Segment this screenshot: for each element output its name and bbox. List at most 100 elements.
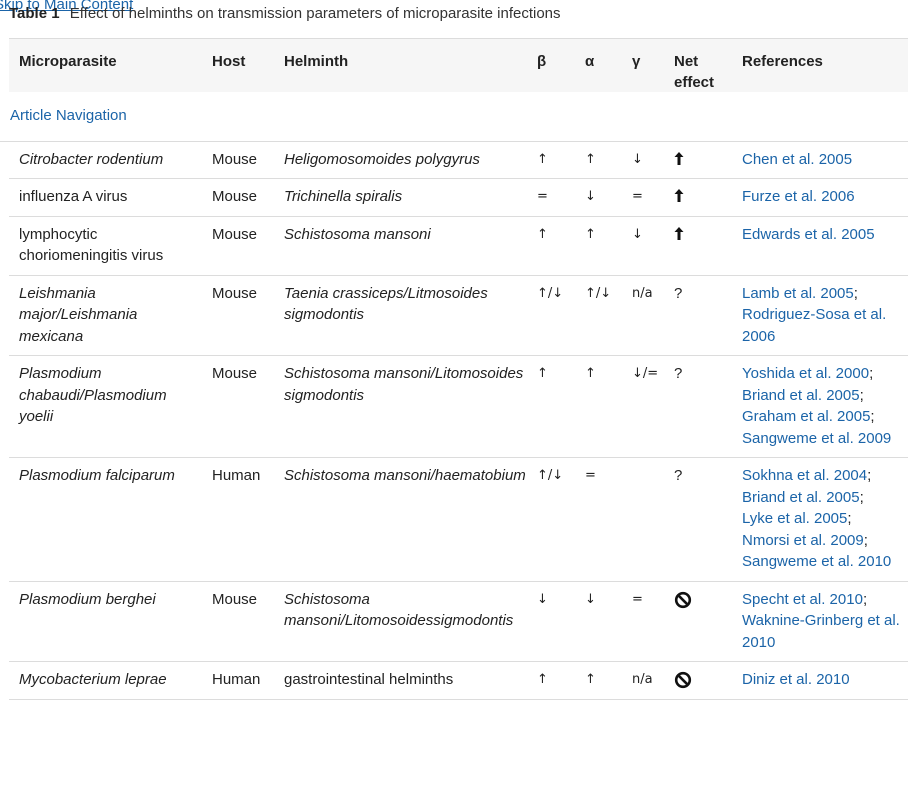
cell-beta: =	[527, 178, 575, 217]
reference-link[interactable]: Sangweme et al. 2009	[742, 430, 891, 447]
net-effect-text: ?	[674, 467, 683, 484]
cell-references: Diniz et al. 2010	[732, 661, 908, 700]
cell-beta: ↑	[527, 141, 575, 179]
reference-link[interactable]: Graham et al. 2005	[742, 408, 870, 425]
up-arrow-icon	[674, 188, 684, 205]
no-symbol-icon	[674, 591, 692, 608]
reference-link[interactable]: Sokhna et al. 2004	[742, 467, 867, 484]
article-navigation-link[interactable]: Article Navigation	[10, 107, 127, 124]
net-effect-text: ?	[674, 284, 683, 302]
reference-link[interactable]: Rodriguez-Sosa et al. 2006	[742, 306, 886, 345]
cell-microparasite: Mycobacterium leprae	[9, 661, 202, 700]
cell-gamma: n/a	[622, 661, 664, 700]
cell-net-effect: ?	[664, 457, 732, 582]
cell-alpha: ↑	[575, 216, 622, 276]
cell-beta: ↑/↓	[527, 457, 575, 582]
cell-net-effect	[664, 661, 732, 700]
cell-net-effect	[664, 581, 732, 662]
cell-gamma: =	[622, 581, 664, 662]
cell-microparasite: Plasmodium chabaudi/Plasmodium yoelii	[9, 355, 202, 458]
reference-separator: ;	[859, 386, 864, 404]
cell-beta: ↑	[527, 355, 575, 458]
cell-net-effect: ?	[664, 275, 732, 356]
reference-separator: ;	[859, 488, 864, 506]
cell-references: Specht et al. 2010; Waknine-Grinberg et a…	[732, 581, 908, 662]
cell-microparasite: lymphocytic choriomeningitis virus	[9, 216, 202, 276]
reference-separator: ;	[863, 531, 868, 549]
cell-helminth: Schistosoma mansoni/Litomosoidessigmodon…	[274, 581, 527, 662]
cell-alpha: ↑/↓	[575, 275, 622, 356]
reference-link[interactable]: Briand et al. 2005	[742, 387, 860, 404]
reference-link[interactable]: Briand et al. 2005	[742, 489, 860, 506]
cell-alpha: ↑	[575, 141, 622, 179]
reference-link[interactable]: Chen et al. 2005	[742, 151, 852, 168]
cell-microparasite: Plasmodium berghei	[9, 581, 202, 662]
cell-microparasite: Plasmodium falciparum	[9, 457, 202, 582]
reference-link[interactable]: Yoshida et al. 2000	[742, 365, 869, 382]
cell-gamma: =	[622, 178, 664, 217]
cell-helminth: Schistosoma mansoni/Litomosoides sigmodo…	[274, 355, 527, 458]
cell-alpha: ↑	[575, 661, 622, 700]
cell-beta: ↑	[527, 216, 575, 276]
table-row: Plasmodium chabaudi/Plasmodium yoelii Mou…	[9, 355, 908, 458]
up-arrow-icon	[674, 151, 684, 168]
reference-link[interactable]: Furze et al. 2006	[742, 188, 855, 205]
cell-alpha: =	[575, 457, 622, 582]
cell-microparasite: Leishmania major/Leishmania mexicana	[9, 275, 202, 356]
cell-net-effect	[664, 141, 732, 179]
table-caption: Table 1 Effect of helminths on transmiss…	[9, 5, 561, 22]
reference-separator: ;	[870, 408, 875, 425]
reference-separator: ;	[847, 510, 852, 527]
net-effect-text: ?	[674, 365, 683, 382]
reference-link[interactable]: Sangweme et al. 2010	[742, 553, 891, 570]
cell-net-effect	[664, 178, 732, 217]
article-navigation-bar: Article Navigation	[0, 92, 908, 142]
cell-gamma: ↓	[622, 216, 664, 276]
table-row: Leishmania major/Leishmania mexicana Mous…	[9, 275, 908, 356]
table-row: Mycobacterium leprae Human gastrointestina…	[9, 661, 908, 700]
cell-microparasite: Citrobacter rodentium	[9, 141, 202, 179]
cell-net-effect	[664, 216, 732, 276]
cell-beta: ↑/↓	[527, 275, 575, 356]
cell-references: Edwards et al. 2005	[732, 216, 908, 276]
no-symbol-icon	[674, 671, 692, 689]
reference-link[interactable]: Edwards et al. 2005	[742, 226, 875, 243]
cell-alpha: ↓	[575, 178, 622, 217]
reference-separator: ;	[862, 590, 868, 608]
cell-references: Chen et al. 2005	[732, 141, 908, 179]
cell-gamma: ↓/=	[622, 355, 664, 458]
table-row: Plasmodium berghei Mouse Schistosoma manso…	[9, 581, 908, 662]
reference-link[interactable]: Lamb et al. 2005	[742, 285, 854, 302]
reference-link[interactable]: Waknine-Grinberg et al. 2010	[742, 612, 900, 651]
cell-beta: ↓	[527, 581, 575, 662]
cell-helminth: Trichinella spiralis	[274, 178, 527, 217]
cell-helminth: gastrointestinal helminths	[274, 661, 527, 700]
cell-gamma	[622, 457, 664, 582]
table-row: Plasmodium falciparum Human Schistosoma ma…	[9, 457, 908, 582]
cell-host: Human	[202, 457, 274, 582]
table-row: Citrobacter rodentium Mouse Heligomosomoid…	[9, 141, 908, 179]
cell-helminth: Schistosoma mansoni	[274, 216, 527, 276]
reference-separator: ;	[853, 284, 858, 302]
reference-separator: ;	[867, 467, 872, 484]
reference-link[interactable]: Lyke et al. 2005	[742, 510, 847, 527]
cell-references: Yoshida et al. 2000; Briand et al. 2005; G…	[732, 355, 908, 458]
cell-net-effect: ?	[664, 355, 732, 458]
reference-link[interactable]: Specht et al. 2010	[742, 591, 863, 608]
cell-host: Mouse	[202, 178, 274, 217]
reference-link[interactable]: Diniz et al. 2010	[742, 671, 850, 688]
cell-host: Mouse	[202, 141, 274, 179]
table-label: Table 1	[9, 5, 60, 22]
reference-link[interactable]: Nmorsi et al. 2009	[742, 532, 864, 549]
cell-host: Human	[202, 661, 274, 700]
cell-references: Furze et al. 2006	[732, 178, 908, 217]
cell-references: Lamb et al. 2005; Rodriguez-Sosa et al. 2…	[732, 275, 908, 356]
cell-beta: ↑	[527, 661, 575, 700]
table-row: lymphocytic choriomeningitis virus Mouse S…	[9, 216, 908, 276]
cell-host: Mouse	[202, 355, 274, 458]
cell-helminth: Taenia crassiceps/Litmosoides sigmodonti…	[274, 275, 527, 356]
cell-host: Mouse	[202, 275, 274, 356]
cell-helminth: Schistosoma mansoni/haematobium	[274, 457, 527, 582]
reference-separator: ;	[869, 365, 874, 382]
cell-gamma: ↓	[622, 141, 664, 179]
